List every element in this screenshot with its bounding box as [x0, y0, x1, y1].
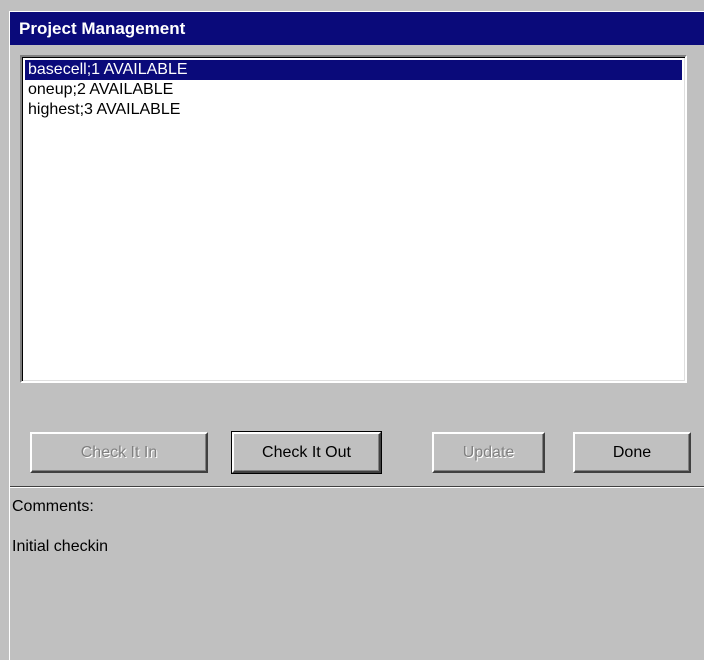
done-button[interactable]: Done [573, 432, 691, 473]
check-out-button[interactable]: Check It Out [231, 431, 382, 474]
list-item-basecell[interactable]: basecell;1 AVAILABLE [25, 60, 682, 80]
project-management-window: Project Management basecell;1 AVAILABLE … [9, 11, 704, 660]
check-in-button[interactable]: Check It In [30, 432, 208, 473]
list-item-highest[interactable]: highest;3 AVAILABLE [25, 100, 682, 120]
separator [10, 486, 704, 488]
window-title-bar: Project Management [10, 12, 704, 45]
update-button[interactable]: Update [432, 432, 545, 473]
comments-label: Comments: [12, 498, 94, 515]
comments-text: Initial checkin [12, 538, 109, 555]
window-title: Project Management [19, 19, 186, 38]
list-item-oneup[interactable]: oneup;2 AVAILABLE [25, 80, 682, 100]
project-list[interactable]: basecell;1 AVAILABLE oneup;2 AVAILABLE h… [20, 55, 687, 383]
